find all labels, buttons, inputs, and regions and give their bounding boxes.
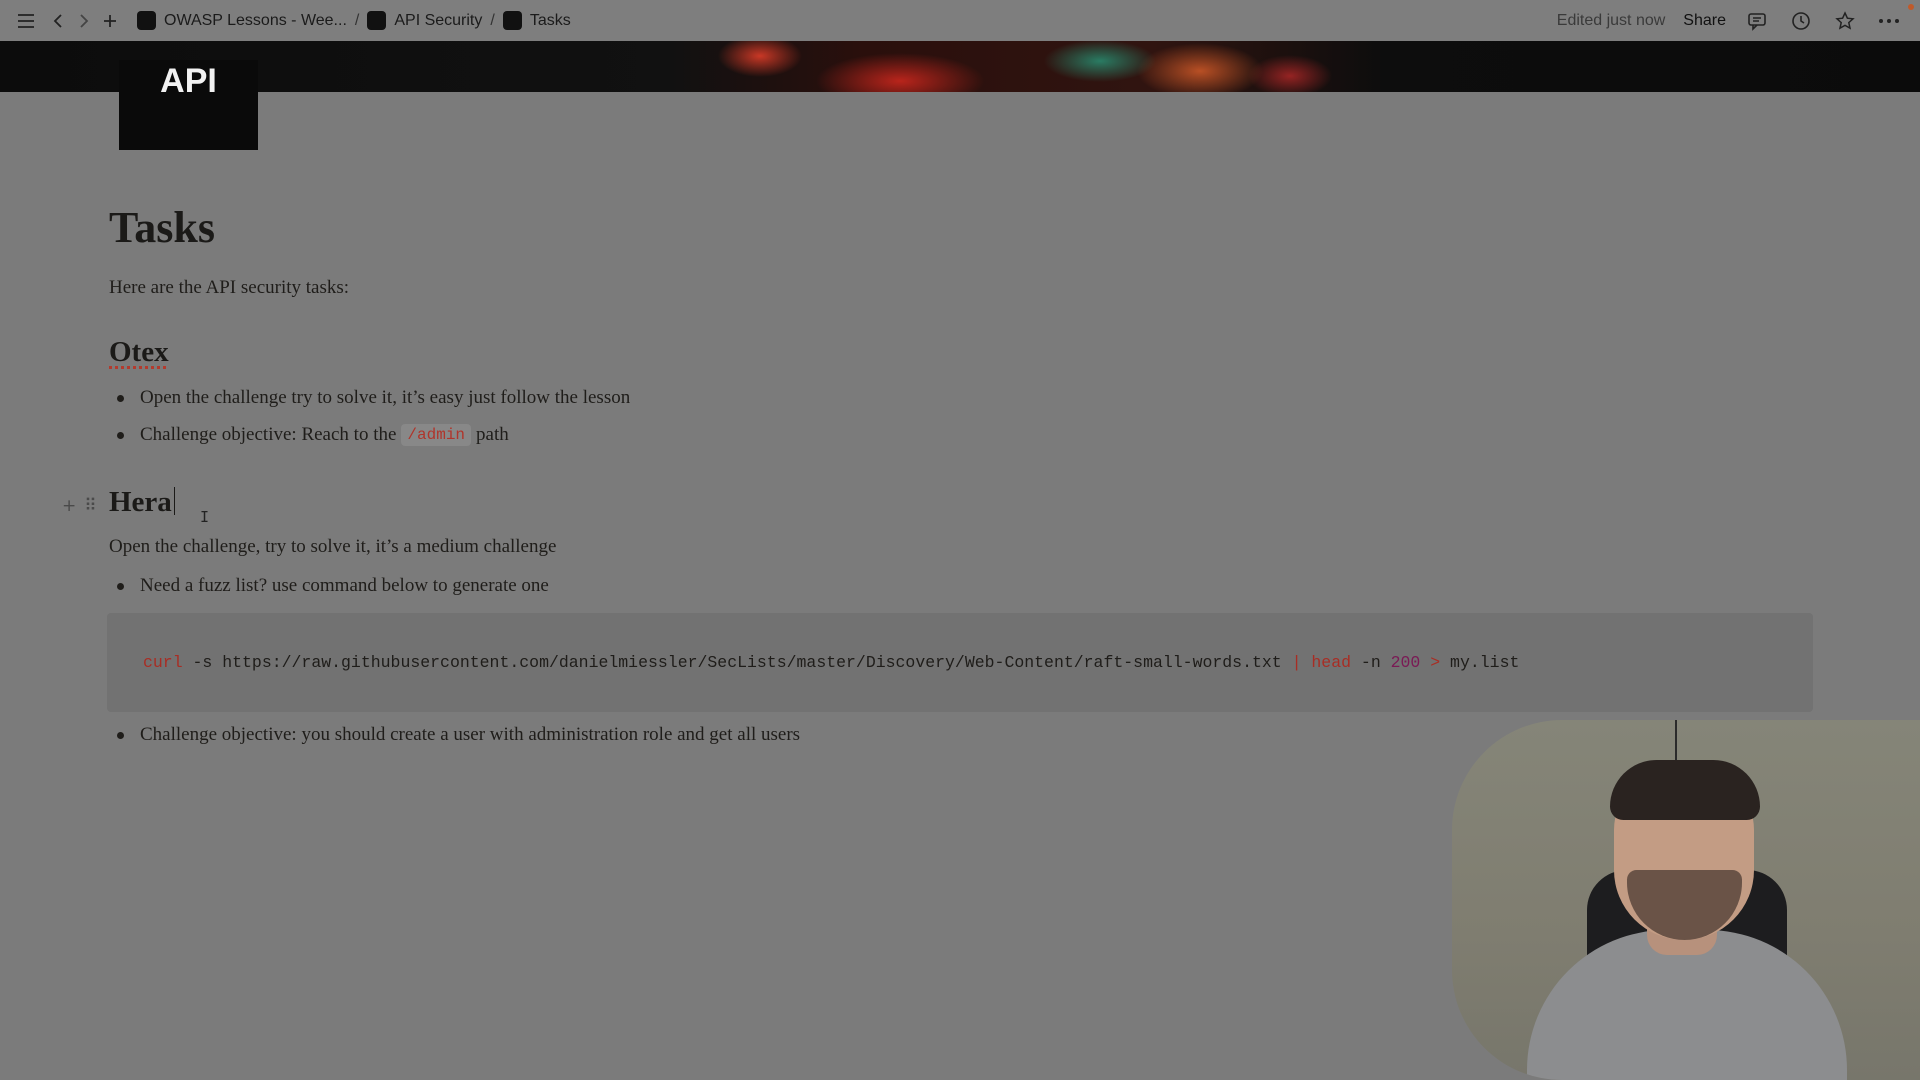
bullet-dot (117, 431, 124, 439)
text-cursor-icon: I (200, 508, 210, 526)
forward-arrow-icon[interactable] (71, 8, 97, 34)
notification-dot (1908, 4, 1914, 10)
list-item[interactable]: Challenge objective: you should create a… (117, 724, 800, 746)
plus-icon[interactable] (97, 8, 123, 34)
breadcrumb-separator: / (354, 11, 360, 29)
breadcrumb-separator: / (490, 11, 495, 29)
edited-status: Edited just now (1556, 11, 1666, 29)
topbar-actions: Edited just now Share (1557, 0, 1920, 41)
page-title[interactable]: Tasks (109, 202, 215, 253)
top-bar: OWASP Lessons - Wee... / API Security / … (0, 0, 1920, 41)
page-icon-logo[interactable]: API (119, 60, 258, 150)
code-block[interactable]: curl -s https://raw.githubusercontent.co… (107, 613, 1813, 712)
bullet-dot (117, 582, 124, 590)
bullet-dot (117, 731, 124, 739)
comment-icon[interactable] (1744, 8, 1770, 34)
sidebar-toggle-icon[interactable] (13, 8, 39, 34)
heading-otex[interactable]: Otex (109, 336, 169, 369)
page-icon (137, 11, 156, 30)
heading-hera[interactable]: Hera (109, 486, 175, 519)
breadcrumb-item-owasp[interactable]: OWASP Lessons - Wee... (131, 11, 353, 30)
text-caret (173, 487, 175, 515)
webcam-overlay (1452, 720, 1920, 1080)
intro-paragraph[interactable]: Here are the API security tasks: (109, 277, 349, 299)
more-icon[interactable] (1876, 8, 1902, 34)
star-icon[interactable] (1832, 8, 1858, 34)
breadcrumb-item-api-security[interactable]: API Security (361, 11, 488, 30)
list-item[interactable]: Challenge objective: Reach to the /admin… (117, 424, 509, 446)
breadcrumb: OWASP Lessons - Wee... / API Security / … (131, 11, 577, 30)
list-item[interactable]: Need a fuzz list? use command below to g… (117, 575, 549, 597)
breadcrumb-item-tasks[interactable]: Tasks (497, 11, 577, 30)
block-handles: + ⠿ (62, 496, 97, 516)
history-clock-icon[interactable] (1788, 8, 1814, 34)
bullet-dot (117, 394, 124, 402)
page-icon (367, 11, 387, 30)
cover-image (0, 41, 1920, 92)
person-hair (1610, 760, 1760, 820)
hera-description[interactable]: Open the challenge, try to solve it, it’… (109, 536, 556, 558)
drag-handle-icon[interactable]: ⠿ (84, 496, 96, 516)
back-arrow-icon[interactable] (45, 8, 71, 34)
add-block-icon[interactable]: + (62, 496, 76, 516)
inline-code: /admin (401, 424, 472, 446)
share-button[interactable]: Share (1683, 12, 1726, 30)
list-item[interactable]: Open the challenge try to solve it, it’s… (117, 387, 630, 409)
page-icon (502, 11, 522, 30)
